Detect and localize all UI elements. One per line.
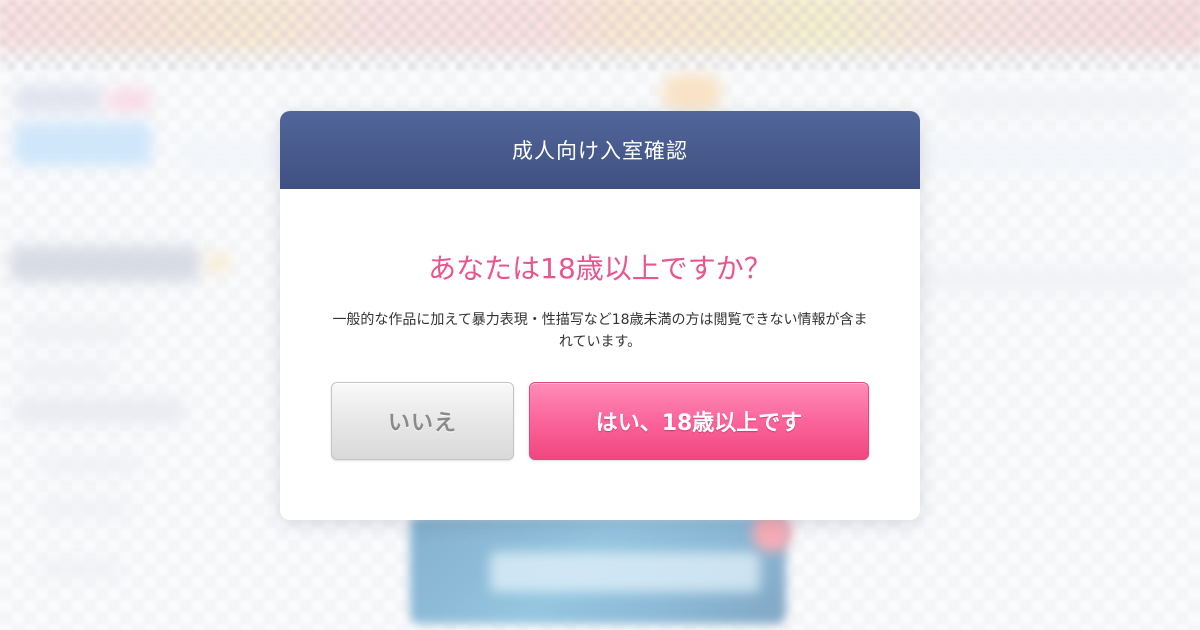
modal-buttons: いいえ はい、18歳以上です — [331, 382, 869, 460]
age-verification-modal: 成人向け入室確認 あなたは18歳以上ですか？ 一般的な作品に加えて暴力表現・性描… — [280, 111, 920, 520]
decline-button[interactable]: いいえ — [331, 382, 514, 460]
content-notice: 一般的な作品に加えて暴力表現・性描写など18歳未満の方は閲覧できない情報が含まれ… — [332, 312, 868, 350]
age-question: あなたは18歳以上ですか？ — [428, 252, 772, 285]
confirm-age-button[interactable]: はい、18歳以上です — [529, 382, 869, 460]
modal-header: 成人向け入室確認 — [280, 111, 920, 189]
decline-button-label: いいえ — [387, 411, 457, 436]
confirm-age-button-label: はい、18歳以上です — [595, 411, 803, 436]
modal-body: あなたは18歳以上ですか？ 一般的な作品に加えて暴力表現・性描写など18歳未満の… — [280, 189, 920, 353]
modal-title: 成人向け入室確認 — [512, 139, 688, 163]
